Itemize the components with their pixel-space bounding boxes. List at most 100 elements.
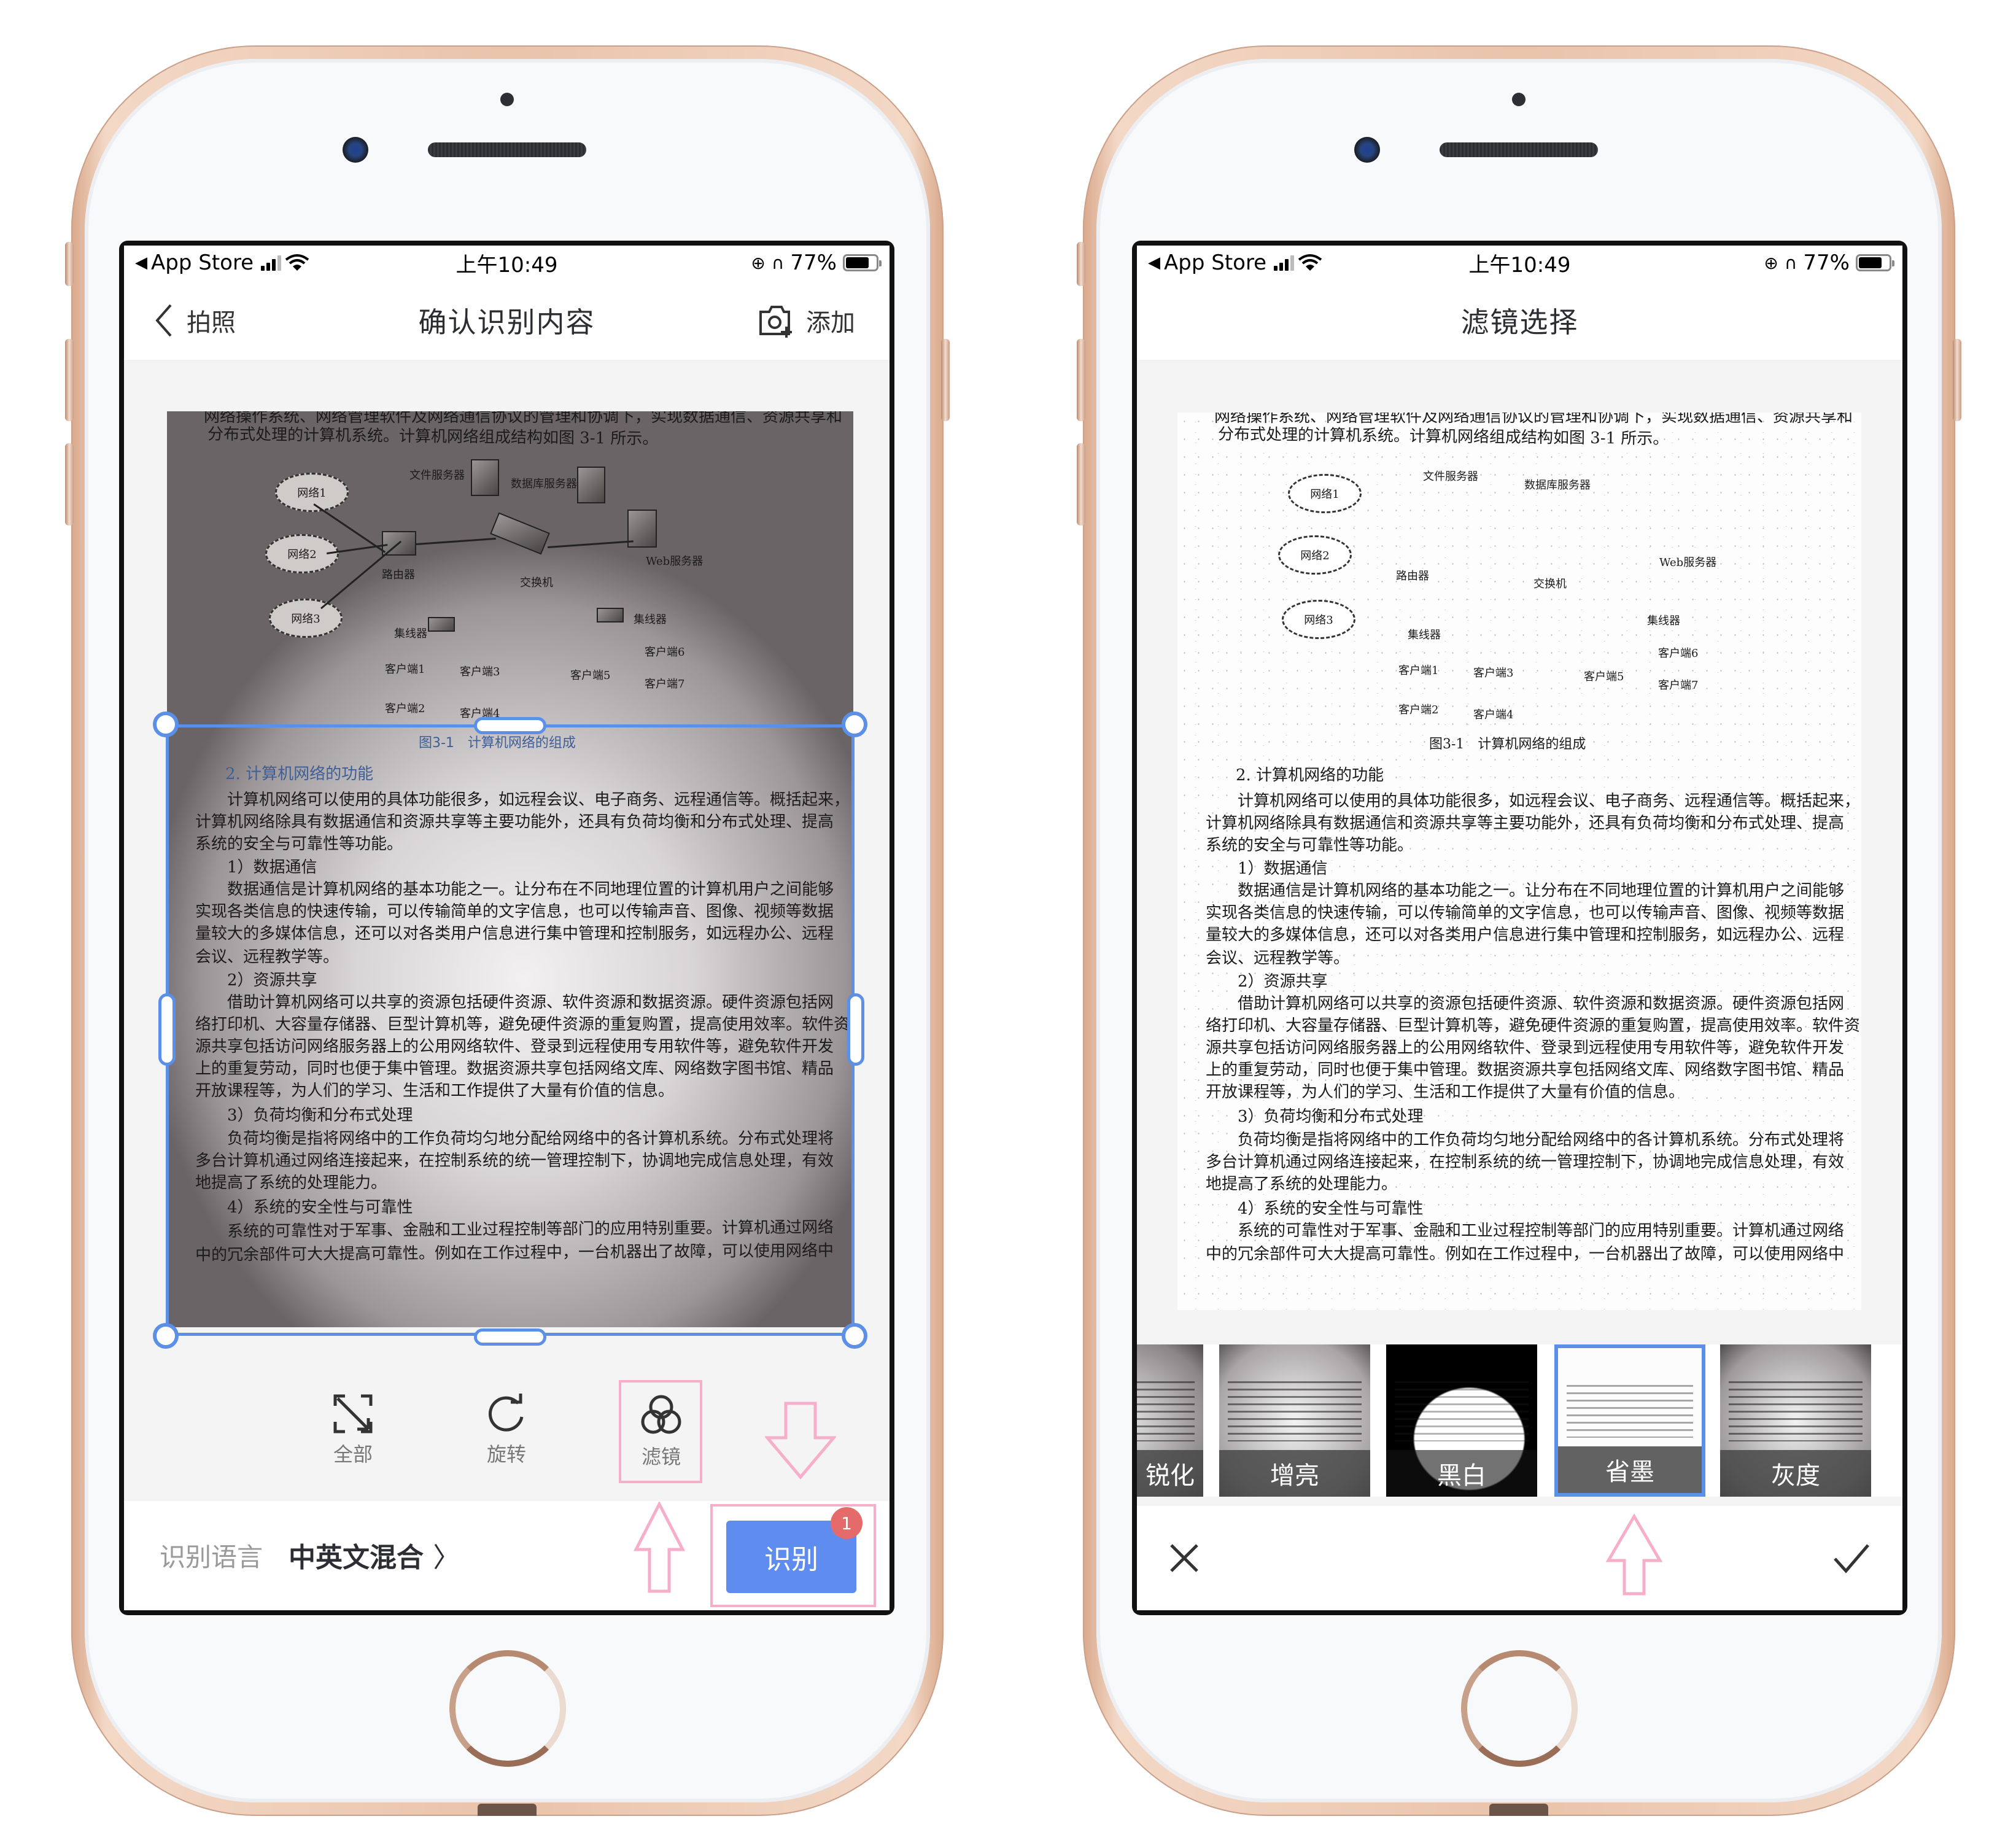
doc-line: 开放课程等，为人们的学习、生活和工作提供了大量有价值的信息。 xyxy=(1206,1083,1685,1101)
back-app-label[interactable]: App Store xyxy=(1164,250,1266,275)
router-label: 路由器 xyxy=(1396,570,1429,583)
add-photo-button[interactable]: 添加 xyxy=(758,303,855,338)
language-selector[interactable]: 中英文混合 〉 xyxy=(289,1535,460,1575)
clock: 上午10:49 xyxy=(456,252,558,277)
doc-line: 4）系统的安全性与可靠性 xyxy=(1206,1200,1424,1218)
volume-down-button xyxy=(65,443,74,525)
crop-handle-bottom[interactable] xyxy=(474,1328,546,1346)
doc-line: 量较大的多媒体信息，还可以对各类用户信息进行集中管理和控制服务，如远程办公、远程 xyxy=(1206,926,1845,944)
filter-label: 增亮 xyxy=(1219,1450,1370,1497)
home-button[interactable] xyxy=(1461,1650,1578,1767)
filter-ink-save[interactable]: 省墨 xyxy=(1554,1344,1705,1497)
client-label: 客户端3 xyxy=(460,665,500,678)
client-label: 客户端7 xyxy=(1658,679,1699,692)
doc-line: 络打印机、大容量存储器、巨型计算机等，避免硬件资源的重复购置，提高使用效率。软件… xyxy=(1206,1017,1861,1035)
doc-line: 计算机网络可以使用的具体功能很多，如远程会议、电子商务、远程通信等。概括起来， xyxy=(1206,792,1861,810)
filter-label: 灰度 xyxy=(1720,1450,1871,1497)
annotation-arrow-down xyxy=(765,1402,836,1480)
signal-icon xyxy=(1274,255,1295,271)
language-value: 中英文混合 xyxy=(289,1542,424,1573)
back-app-label[interactable]: App Store xyxy=(151,250,254,275)
signal-icon xyxy=(261,255,282,271)
clock: 上午10:49 xyxy=(1468,252,1571,277)
client-label: 客户端6 xyxy=(645,646,685,659)
doc-line: 负荷均衡是指将网络中的工作负荷均匀地分配给网络中的各计算机系统。分布式处理将 xyxy=(1206,1131,1845,1149)
filter-brighten[interactable]: 增亮 xyxy=(1219,1344,1370,1497)
hub-right-device xyxy=(597,608,624,622)
orientation-lock-icon: ⊕ xyxy=(751,252,766,273)
web-server-label: Web服务器 xyxy=(646,555,704,568)
close-icon[interactable] xyxy=(1169,1543,1200,1573)
router-label: 路由器 xyxy=(382,568,415,581)
orientation-lock-icon: ⊕ xyxy=(1764,252,1778,273)
back-button[interactable]: 拍照 xyxy=(155,303,236,338)
headphones-icon: ∩ xyxy=(771,252,785,273)
crop-handle-top-right[interactable] xyxy=(842,712,867,737)
earpiece-speaker xyxy=(1440,142,1598,157)
section-heading: 2. 计算机网络的功能 xyxy=(1236,766,1384,785)
annotation-arrow-up xyxy=(634,1502,685,1593)
language-label: 识别语言 xyxy=(160,1542,263,1572)
camera-add-icon xyxy=(759,305,792,338)
figure-caption: 图3-1 计算机网络的组成 xyxy=(1429,737,1586,752)
filter-grayscale[interactable]: 灰度 xyxy=(1720,1344,1871,1497)
expand-icon xyxy=(333,1394,373,1433)
db-server-device xyxy=(577,467,605,503)
volume-up-button xyxy=(1077,339,1085,421)
doc-line: 源共享包括访问网络服务器上的公用网络软件、登录到远程使用专用软件等，避免软件开发 xyxy=(1206,1039,1845,1057)
wire xyxy=(548,540,634,548)
crop-handle-top[interactable] xyxy=(474,717,546,734)
crop-frame[interactable] xyxy=(166,724,855,1336)
filter-label: 锐化 xyxy=(1137,1450,1203,1497)
doc-line: 地提高了系统的处理能力。 xyxy=(1206,1175,1398,1193)
doc-line: 会议、远程教学等。 xyxy=(1206,949,1350,968)
home-button[interactable] xyxy=(449,1650,566,1767)
tool-rotate-label: 旋转 xyxy=(486,1443,526,1466)
battery-icon xyxy=(842,254,882,271)
doc-intro-line: 网络操作系统、网络管理软件及网络通信协议的管理和协调下，实现数据通信、资源共享和 xyxy=(1214,413,1853,426)
db-server-label: 数据库服务器 xyxy=(1524,479,1591,492)
hub-right-label: 集线器 xyxy=(1647,615,1680,627)
doc-line: 系统的可靠性对于军事、金融和工业过程控制等部门的应用特别重要。计算机通过网络 xyxy=(1206,1222,1845,1240)
annotation-arrow-up xyxy=(1605,1514,1663,1596)
hub-right-label: 集线器 xyxy=(634,613,667,626)
page-title: 滤镜选择 xyxy=(1460,305,1579,339)
doc-line: 上的重复劳动，同时也便于集中管理。数据资源共享包括网络文库、网络数字图书馆、精品 xyxy=(1206,1061,1845,1079)
cloud-network-3: 网络3 xyxy=(1282,600,1355,639)
right-screen: ◀ App Store 上午10:49 ⊕ ∩ 77% 滤镜选择 网络操作系统、… xyxy=(1132,241,1907,1615)
crop-handle-right[interactable] xyxy=(847,993,864,1066)
crop-handle-left[interactable] xyxy=(158,993,176,1066)
crop-handle-top-left[interactable] xyxy=(153,712,179,737)
switch-label: 交换机 xyxy=(520,576,553,589)
back-to-app-icon[interactable]: ◀ xyxy=(1148,254,1160,272)
crop-handle-bottom-right[interactable] xyxy=(842,1323,867,1349)
switch-device xyxy=(490,512,550,555)
power-button xyxy=(941,339,950,421)
annotation-box-filter xyxy=(619,1380,702,1483)
tool-rotate[interactable]: 旋转 xyxy=(486,1394,527,1467)
add-label: 添加 xyxy=(806,308,855,337)
filter-black-white[interactable]: 黑白 xyxy=(1386,1344,1537,1497)
client-label: 客户端2 xyxy=(385,702,425,715)
crop-handle-bottom-left[interactable] xyxy=(153,1323,179,1349)
filtered-document-preview: 网络操作系统、网络管理软件及网络通信协议的管理和协调下，实现数据通信、资源共享和… xyxy=(1177,413,1861,1310)
filter-strip[interactable]: 锐化 增亮 黑白 省墨 灰度 xyxy=(1137,1344,1902,1497)
mute-switch xyxy=(65,242,74,286)
client-label: 客户端1 xyxy=(385,663,425,676)
tool-full[interactable]: 全部 xyxy=(333,1394,373,1467)
doc-line: 3）负荷均衡和分布式处理 xyxy=(1206,1107,1424,1126)
rotate-icon xyxy=(488,1394,524,1432)
doc-line: 多台计算机通过网络连接起来，在控制系统的统一管理控制下，协调地完成信息处理，有效 xyxy=(1206,1153,1845,1171)
check-icon[interactable] xyxy=(1832,1543,1871,1573)
hub-left-device xyxy=(428,617,455,632)
back-label: 拍照 xyxy=(187,308,236,337)
volume-up-button xyxy=(65,339,74,421)
front-camera xyxy=(1354,137,1380,163)
client-label: 客户端7 xyxy=(645,678,685,691)
doc-line: 计算机网络除具有数据通信和资源共享等主要功能外，还具有负荷均衡和分布式处理、提高 xyxy=(1206,814,1845,832)
back-to-app-icon[interactable]: ◀ xyxy=(135,254,147,272)
doc-line: 1）数据通信 xyxy=(1206,859,1328,878)
filter-sharpen[interactable]: 锐化 xyxy=(1137,1344,1203,1497)
volume-down-button xyxy=(1077,443,1085,525)
battery-percent: 77% xyxy=(1803,250,1850,275)
